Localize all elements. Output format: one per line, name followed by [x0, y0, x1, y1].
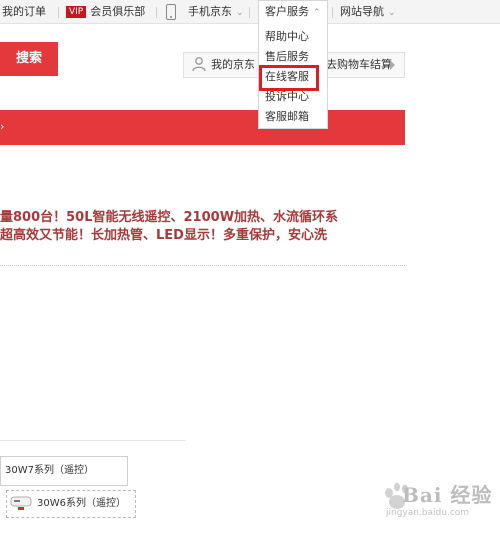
watermark-text: Bai 经验 — [402, 483, 493, 507]
vip-club-link[interactable]: VIP 会员俱乐部 — [66, 0, 145, 24]
mobile-jd-link[interactable]: 手机京东 ⌄ — [188, 0, 244, 24]
divider — [249, 7, 250, 18]
arrow-right-icon — [390, 60, 395, 70]
annotation-highlight-box — [259, 65, 319, 91]
category-nav-bar — [0, 110, 405, 145]
product-headline-line2: 超高效又节能！长加热管、LED显示！多重保护，安心洗 — [0, 228, 327, 243]
go-to-cart-label[interactable]: 去购物车结算 — [326, 52, 392, 78]
site-nav-link[interactable]: 网站导航 ⌄ — [340, 0, 396, 24]
model-option-30w6-label: 30W6系列（遥控） — [37, 498, 126, 509]
my-orders-link[interactable]: 我的订单 — [2, 0, 46, 24]
divider — [58, 7, 59, 18]
top-bar: 我的订单 VIP 会员俱乐部 手机京东 ⌄ 网站导航 ⌄ — [0, 0, 500, 24]
divider — [332, 7, 333, 18]
search-button[interactable]: 搜索 — [0, 42, 58, 76]
site-nav-label: 网站导航 — [340, 5, 384, 18]
chevron-down-icon: ⌄ — [236, 8, 244, 18]
mobile-jd-label: 手机京东 — [188, 5, 232, 18]
product-thumbnail-icon — [10, 496, 32, 510]
chevron-down-icon: ⌄ — [388, 8, 396, 18]
vip-club-label: 会员俱乐部 — [90, 5, 146, 18]
my-jd-label[interactable]: 我的京东 — [211, 52, 255, 78]
divider — [0, 440, 186, 441]
divider — [0, 265, 405, 266]
watermark-url: jingyan.baidu.com — [386, 508, 470, 518]
vip-badge: VIP — [66, 6, 87, 18]
product-headline-line1: 量800台！50L智能无线遥控、2100W加热、水流循环系 — [0, 210, 339, 225]
model-option-30w7[interactable]: 30W7系列（遥控） — [0, 456, 128, 486]
divider — [156, 7, 157, 18]
user-icon — [192, 57, 206, 72]
menu-item-service-email[interactable]: 客服邮箱 — [265, 108, 309, 126]
customer-service-menu-trigger[interactable]: 客户服务 ⌃ — [258, 0, 328, 26]
chevron-right-icon: › — [0, 120, 5, 133]
menu-item-after-sales[interactable]: 售后服务 — [265, 48, 309, 66]
phone-icon — [166, 4, 176, 20]
customer-service-label: 客户服务 — [265, 5, 309, 18]
chevron-up-icon: ⌃ — [313, 8, 321, 18]
menu-item-help-center[interactable]: 帮助中心 — [265, 28, 309, 46]
